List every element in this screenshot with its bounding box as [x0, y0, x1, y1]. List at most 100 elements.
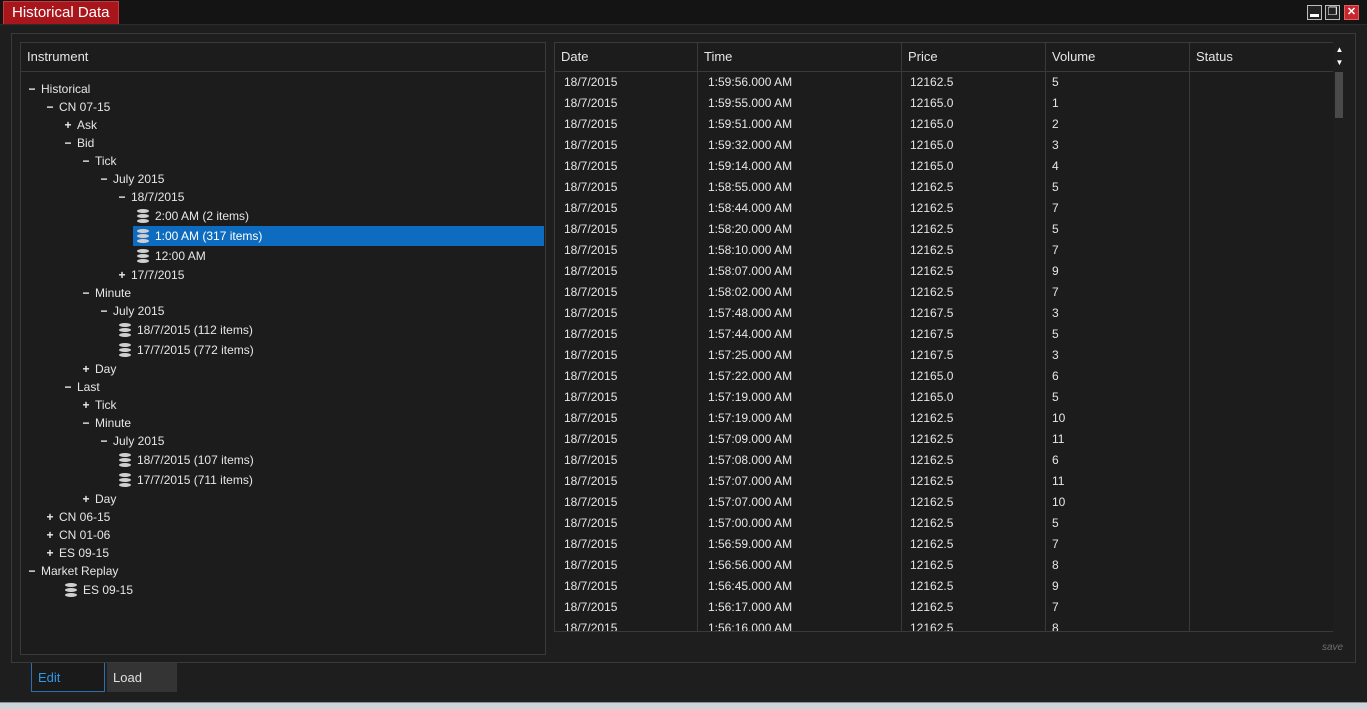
tree-node[interactable]: + Ask [63, 116, 545, 134]
table-row[interactable]: 18/7/2015 1:58:02.000 AM 12162.5 7 [555, 282, 1333, 303]
tree-node[interactable]: − Market Replay [27, 562, 545, 580]
tree-node[interactable]: ES 09-15 [61, 580, 545, 600]
collapse-icon[interactable]: − [45, 98, 55, 116]
scroll-thumb[interactable] [1335, 72, 1343, 118]
column-header-price[interactable]: Price [902, 43, 1046, 71]
tree-node[interactable]: − July 2015 [99, 170, 545, 188]
tab-edit[interactable]: Edit [31, 663, 105, 692]
collapse-icon[interactable]: − [81, 152, 91, 170]
table-row[interactable]: 18/7/2015 1:58:10.000 AM 12162.5 7 [555, 240, 1333, 261]
minimize-icon[interactable] [1307, 5, 1322, 20]
tree-node[interactable]: − Minute [81, 414, 545, 432]
collapse-icon[interactable]: − [81, 414, 91, 432]
tree-node[interactable]: 18/7/2015 (107 items) [115, 450, 545, 470]
tree-node[interactable]: −18/7/2015 [117, 188, 545, 206]
cell-time: 1:59:32.000 AM [708, 138, 793, 152]
collapse-icon[interactable]: − [99, 302, 109, 320]
grid-scrollbar[interactable]: ▲ ▼ [1333, 42, 1346, 632]
table-row[interactable]: 18/7/2015 1:57:48.000 AM 12167.5 3 [555, 303, 1333, 324]
cell-price: 12162.5 [910, 75, 954, 89]
table-row[interactable]: 18/7/2015 1:56:56.000 AM 12162.5 8 [555, 555, 1333, 576]
tree-node[interactable]: + CN 01-06 [45, 526, 545, 544]
column-header-time[interactable]: Time [698, 43, 902, 71]
tree-node[interactable]: 2:00 AM (2 items) [133, 206, 545, 226]
table-row[interactable]: 18/7/2015 1:56:17.000 AM 12162.5 7 [555, 597, 1333, 618]
tree-node[interactable]: − CN 07-15 [45, 98, 545, 116]
tree-node[interactable]: − Last [63, 378, 545, 396]
table-row[interactable]: 18/7/2015 1:57:08.000 AM 12162.5 6 [555, 450, 1333, 471]
table-row[interactable]: 18/7/2015 1:59:14.000 AM 12165.0 4 [555, 156, 1333, 177]
table-row[interactable]: 18/7/2015 1:58:55.000 AM 12162.5 5 [555, 177, 1333, 198]
table-row[interactable]: 18/7/2015 1:57:44.000 AM 12167.5 5 [555, 324, 1333, 345]
table-row[interactable]: 18/7/2015 1:57:25.000 AM 12167.5 3 [555, 345, 1333, 366]
column-header-status[interactable]: Status [1190, 43, 1335, 71]
restore-icon[interactable]: ❐ [1325, 5, 1340, 20]
table-row[interactable]: 18/7/2015 1:57:19.000 AM 12162.5 10 [555, 408, 1333, 429]
table-row[interactable]: 18/7/2015 1:57:09.000 AM 12162.5 11 [555, 429, 1333, 450]
tree-node[interactable]: + Day [81, 490, 545, 508]
table-row[interactable]: 18/7/2015 1:57:22.000 AM 12165.0 6 [555, 366, 1333, 387]
tree-node[interactable]: 1:00 AM (317 items) [133, 226, 544, 246]
tab-load[interactable]: Load [107, 663, 177, 692]
table-row[interactable]: 18/7/2015 1:58:44.000 AM 12162.5 7 [555, 198, 1333, 219]
collapse-icon[interactable]: − [63, 134, 73, 152]
collapse-icon[interactable]: − [99, 432, 109, 450]
collapse-icon[interactable]: − [27, 80, 37, 98]
table-row[interactable]: 18/7/2015 1:57:07.000 AM 12162.5 11 [555, 471, 1333, 492]
expand-icon[interactable]: + [81, 360, 91, 378]
save-link[interactable]: save [1322, 642, 1343, 653]
scroll-up-icon[interactable]: ▲ [1333, 45, 1346, 55]
table-row[interactable]: 18/7/2015 1:58:07.000 AM 12162.5 9 [555, 261, 1333, 282]
cell-price: 12162.5 [910, 495, 954, 509]
cell-price: 12167.5 [910, 306, 954, 320]
collapse-icon[interactable]: − [63, 378, 73, 396]
tree-node[interactable]: 18/7/2015 (112 items) [115, 320, 545, 340]
tree-node[interactable]: − Minute [81, 284, 545, 302]
tree-node[interactable]: − July 2015 [99, 302, 545, 320]
cell-volume: 5 [1052, 222, 1059, 236]
tree-node-label: 18/7/2015 [131, 190, 185, 204]
tree-node[interactable]: + CN 06-15 [45, 508, 545, 526]
column-header-volume[interactable]: Volume [1046, 43, 1190, 71]
expand-icon[interactable]: + [45, 508, 55, 526]
tree-node[interactable]: − July 2015 [99, 432, 545, 450]
expand-icon[interactable]: + [45, 544, 55, 562]
table-row[interactable]: 18/7/2015 1:56:45.000 AM 12162.5 9 [555, 576, 1333, 597]
expand-icon[interactable]: + [45, 526, 55, 544]
table-row[interactable]: 18/7/2015 1:59:55.000 AM 12165.0 1 [555, 93, 1333, 114]
table-row[interactable]: 18/7/2015 1:58:20.000 AM 12162.5 5 [555, 219, 1333, 240]
tree-node-label: ES 09-15 [59, 546, 110, 560]
collapse-icon[interactable]: − [27, 562, 37, 580]
tree-node[interactable]: +17/7/2015 [117, 266, 545, 284]
scroll-down-icon[interactable]: ▼ [1333, 58, 1346, 68]
tree-node[interactable]: − Historical [27, 80, 545, 98]
table-row[interactable]: 18/7/2015 1:59:32.000 AM 12165.0 3 [555, 135, 1333, 156]
tree-node[interactable]: − Tick [81, 152, 545, 170]
tree-node[interactable]: 17/7/2015 (772 items) [115, 340, 545, 360]
collapse-icon[interactable]: − [99, 170, 109, 188]
table-row[interactable]: 18/7/2015 1:57:19.000 AM 12165.0 5 [555, 387, 1333, 408]
close-icon[interactable]: ✕ [1344, 5, 1359, 20]
expand-icon[interactable]: + [81, 490, 91, 508]
table-row[interactable]: 18/7/2015 1:59:56.000 AM 12162.5 5 [555, 72, 1333, 93]
window-title[interactable]: Historical Data [3, 1, 119, 24]
table-row[interactable]: 18/7/2015 1:57:07.000 AM 12162.5 10 [555, 492, 1333, 513]
expand-icon[interactable]: + [81, 396, 91, 414]
cell-time: 1:57:07.000 AM [708, 495, 793, 509]
table-row[interactable]: 18/7/2015 1:57:00.000 AM 12162.5 5 [555, 513, 1333, 534]
tree-node[interactable]: 12:00 AM [133, 246, 545, 266]
table-row[interactable]: 18/7/2015 1:59:51.000 AM 12165.0 2 [555, 114, 1333, 135]
tree-node[interactable]: 17/7/2015 (711 items) [115, 470, 545, 490]
expand-icon[interactable]: + [117, 266, 127, 284]
table-row[interactable]: 18/7/2015 1:56:59.000 AM 12162.5 7 [555, 534, 1333, 555]
tree-node[interactable]: − Bid [63, 134, 545, 152]
tree-node[interactable]: + Day [81, 360, 545, 378]
collapse-icon[interactable]: − [117, 188, 127, 206]
expand-icon[interactable]: + [63, 116, 73, 134]
tree-node[interactable]: + Tick [81, 396, 545, 414]
tree-node[interactable]: + ES 09-15 [45, 544, 545, 562]
cell-volume: 8 [1052, 558, 1059, 572]
column-header-date[interactable]: Date [555, 43, 698, 71]
collapse-icon[interactable]: − [81, 284, 91, 302]
table-row[interactable]: 18/7/2015 1:56:16.000 AM 12162.5 8 [555, 618, 1333, 631]
